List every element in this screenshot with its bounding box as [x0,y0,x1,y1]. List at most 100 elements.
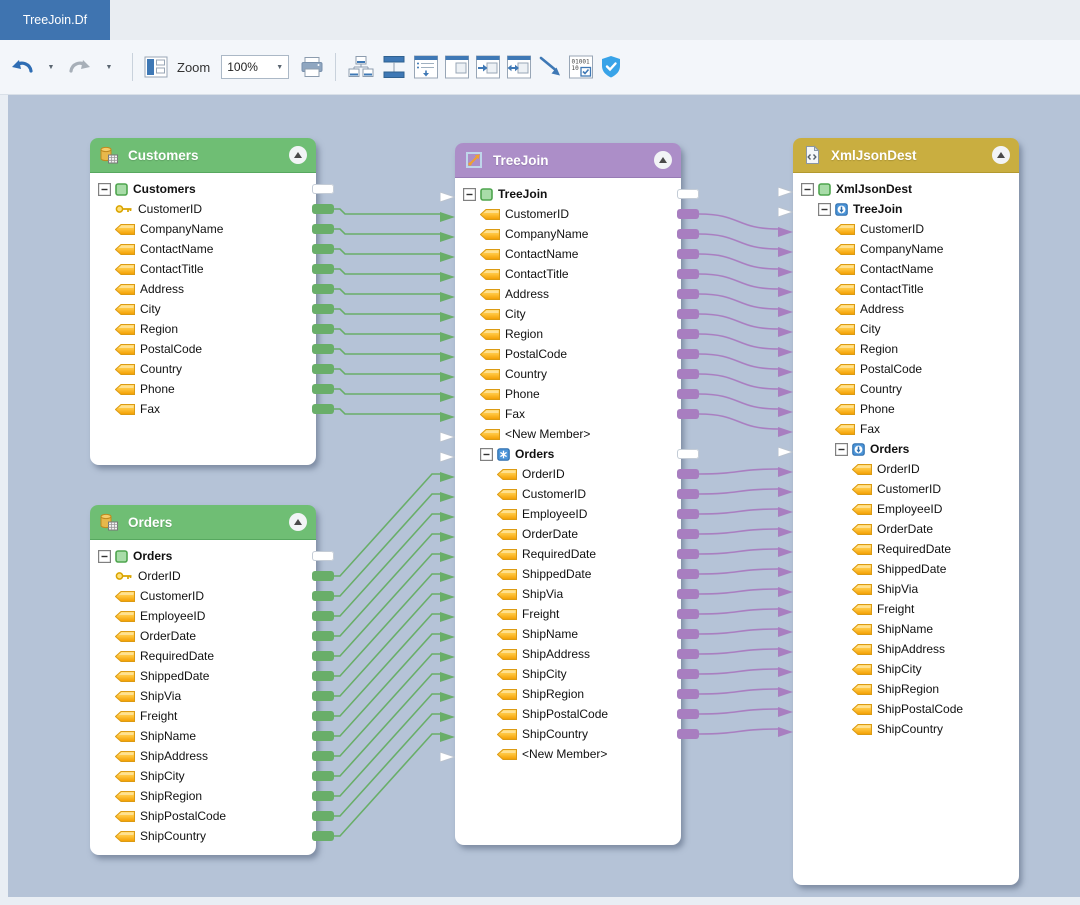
output-port[interactable] [312,831,334,841]
field-row[interactable]: ShipCountry [455,724,681,744]
field-row[interactable]: ShipAddress [90,746,316,766]
output-port[interactable] [677,269,699,279]
field-row[interactable]: City [793,319,1019,339]
node-root-row[interactable]: Customers [90,179,316,199]
connection-line[interactable] [699,234,778,249]
node-treejoin[interactable]: TreeJoinTreeJoinCustomerIDCompanyNameCon… [455,143,681,845]
connection-line[interactable] [699,294,778,309]
output-port[interactable] [312,551,334,561]
collapse-expander-icon[interactable] [98,183,111,196]
connection-line[interactable] [699,254,778,269]
output-port[interactable] [312,771,334,781]
input-port[interactable] [440,249,455,259]
output-port[interactable] [312,284,334,294]
output-port[interactable] [312,264,334,274]
output-port[interactable] [312,791,334,801]
input-port[interactable] [440,609,455,619]
output-port[interactable] [312,611,334,621]
connection-line[interactable] [699,394,778,409]
arrange-nodes-vertical-button[interactable] [380,52,408,82]
field-row[interactable]: ShipName [90,726,316,746]
field-row[interactable]: Freight [455,604,681,624]
output-port[interactable] [312,811,334,821]
input-port[interactable] [440,229,455,239]
output-port[interactable] [677,669,699,679]
input-port[interactable] [440,729,455,739]
field-row[interactable]: ShipRegion [455,684,681,704]
field-row[interactable]: Region [455,324,681,344]
connection-line[interactable] [334,289,440,294]
input-port[interactable] [778,464,793,474]
input-port[interactable] [440,709,455,719]
output-port[interactable] [677,649,699,659]
connection-line[interactable] [699,414,778,429]
output-port[interactable] [677,289,699,299]
input-port[interactable] [440,689,455,699]
input-port[interactable] [778,584,793,594]
output-port[interactable] [677,409,699,419]
input-port[interactable] [778,424,793,434]
field-row[interactable]: ShipName [793,619,1019,639]
input-port[interactable] [440,589,455,599]
field-row[interactable]: CustomerID [793,219,1019,239]
output-port[interactable] [677,229,699,239]
output-port[interactable] [677,489,699,499]
output-port[interactable] [677,249,699,259]
field-row[interactable]: Fax [455,404,681,424]
output-port[interactable] [312,364,334,374]
output-port[interactable] [312,324,334,334]
collapse-expander-icon[interactable] [818,203,831,216]
output-port[interactable] [677,329,699,339]
field-row[interactable]: EmployeeID [793,499,1019,519]
collapse-node-button[interactable] [654,151,672,169]
input-port[interactable] [778,724,793,734]
connection-line[interactable] [699,709,778,714]
connection-line[interactable] [334,229,440,234]
redo-history-button[interactable]: ▼ [97,52,121,82]
input-port[interactable] [440,529,455,539]
connection-line[interactable] [699,314,778,329]
field-row[interactable]: ShipPostalCode [90,806,316,826]
field-row[interactable]: Address [90,279,316,299]
connection-line[interactable] [334,369,440,374]
connection-line[interactable] [699,609,778,614]
collapse-expander-icon[interactable] [480,448,493,461]
output-port[interactable] [312,631,334,641]
undo-button[interactable] [10,52,34,82]
output-port[interactable] [312,404,334,414]
preview-output-data-button[interactable]: 01001 10 [568,52,594,82]
input-port[interactable] [778,604,793,614]
node-root-row[interactable]: Orders [90,546,316,566]
field-row[interactable]: Fax [793,419,1019,439]
input-port[interactable] [778,244,793,254]
field-row[interactable]: CustomerID [90,586,316,606]
node-header[interactable]: XmlJsonDest [793,138,1019,173]
output-port[interactable] [677,209,699,219]
field-row[interactable]: Address [455,284,681,304]
input-port[interactable] [778,224,793,234]
output-port[interactable] [677,569,699,579]
field-row[interactable]: ShipCity [90,766,316,786]
input-port[interactable] [778,204,793,214]
field-row[interactable]: Phone [793,399,1019,419]
input-port[interactable] [440,549,455,559]
field-row[interactable]: <New Member> [455,424,681,444]
node-customers[interactable]: CustomersCustomersCustomerIDCompanyNameC… [90,138,316,465]
output-port[interactable] [312,244,334,254]
field-row[interactable]: Fax [90,399,316,419]
connection-line[interactable] [334,474,440,576]
output-port[interactable] [677,449,699,459]
output-port[interactable] [677,729,699,739]
output-port[interactable] [677,629,699,639]
output-port[interactable] [312,591,334,601]
preview-input-button[interactable] [475,52,501,82]
input-port[interactable] [440,409,455,419]
collapse-node-button[interactable] [992,146,1010,164]
output-port[interactable] [677,529,699,539]
connection-line[interactable] [334,309,440,314]
field-row[interactable]: Region [793,339,1019,359]
output-port[interactable] [312,751,334,761]
input-port[interactable] [440,389,455,399]
field-row[interactable]: CustomerID [90,199,316,219]
connection-line[interactable] [699,489,778,494]
